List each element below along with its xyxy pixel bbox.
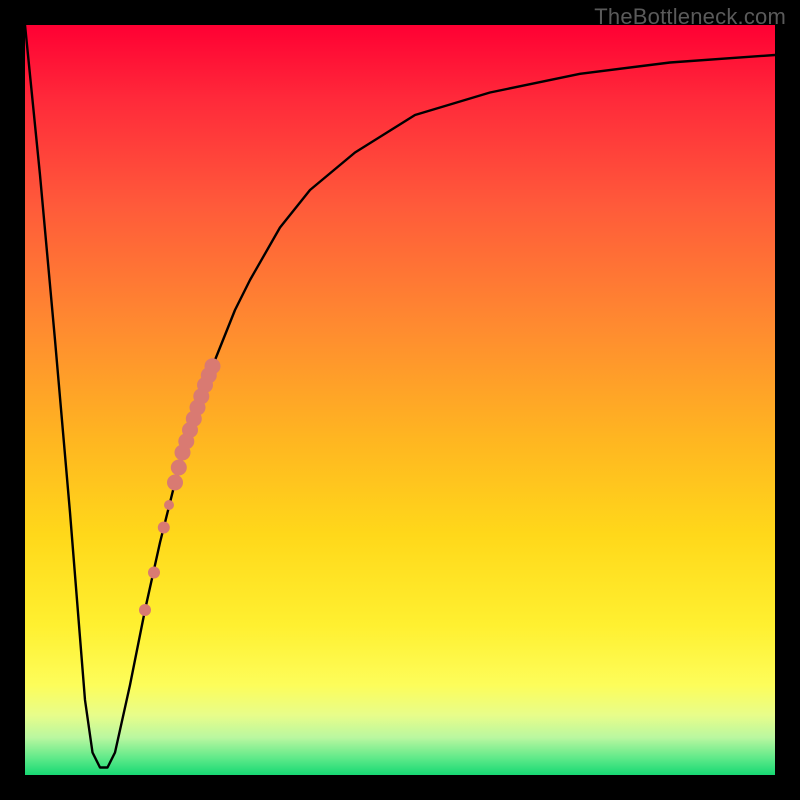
data-marker bbox=[164, 500, 174, 510]
curve-svg bbox=[25, 25, 775, 775]
plot-area bbox=[25, 25, 775, 775]
data-marker bbox=[148, 567, 160, 579]
data-marker bbox=[171, 460, 187, 476]
data-marker bbox=[167, 475, 183, 491]
watermark-text: TheBottleneck.com bbox=[594, 4, 786, 30]
data-marker bbox=[205, 358, 221, 374]
data-marker bbox=[158, 522, 170, 534]
data-marker bbox=[139, 604, 151, 616]
bottleneck-curve bbox=[25, 25, 775, 768]
data-markers bbox=[139, 358, 221, 616]
chart-frame: TheBottleneck.com bbox=[0, 0, 800, 800]
